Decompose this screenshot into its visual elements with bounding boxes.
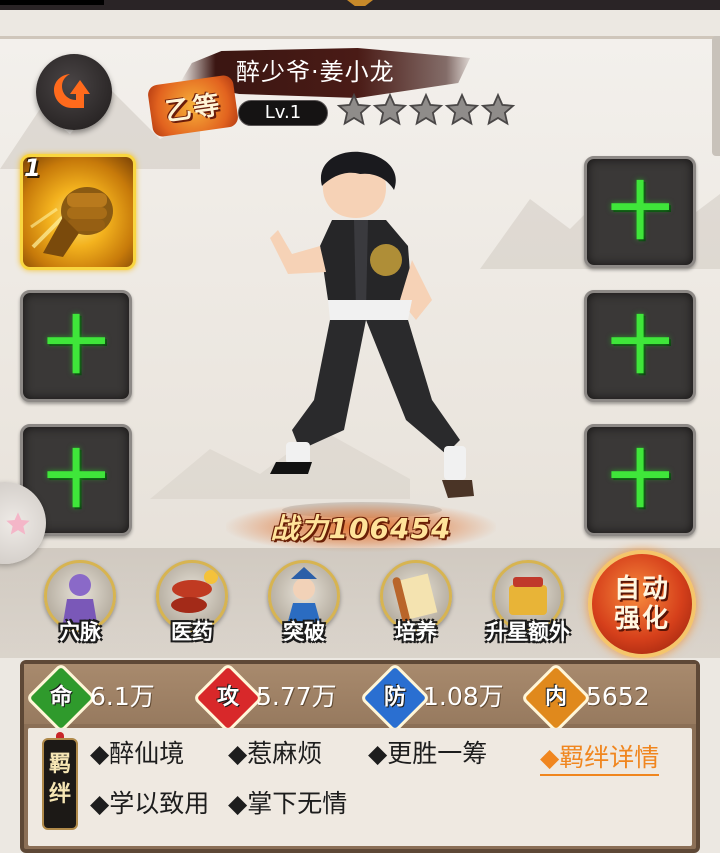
- empty-equip-slot-right-1[interactable]: 十: [584, 156, 696, 268]
- func-label: 升星额外: [486, 620, 570, 644]
- attack-stat-label: 攻: [216, 685, 239, 710]
- func-label: 培养: [395, 620, 437, 644]
- bond-item[interactable]: ◆惹麻烦: [228, 736, 322, 772]
- add-plus-icon: 十: [608, 309, 671, 382]
- hero-character-figure: [270, 151, 474, 518]
- defense-stat-label: 防: [383, 685, 406, 710]
- star-icon: [372, 92, 408, 126]
- star-rating: [336, 92, 516, 132]
- back-button[interactable]: [36, 54, 112, 130]
- hero-name: 醉少爷·姜小龙: [236, 58, 395, 86]
- func-label: 突破: [283, 620, 325, 644]
- auto-enhance-label: 自动强化: [613, 574, 670, 634]
- star-icon: [480, 92, 516, 126]
- bond-detail-link[interactable]: ◆羁绊详情: [540, 740, 660, 776]
- bond-item[interactable]: ◆学以致用: [90, 786, 209, 822]
- hp-stat-label: 命: [49, 685, 72, 710]
- empty-equip-slot-left-2[interactable]: 十: [20, 290, 132, 402]
- bond-item[interactable]: ◆醉仙境: [90, 736, 184, 772]
- star-icon: [444, 92, 480, 126]
- func-label: 医药: [171, 620, 213, 644]
- add-plus-icon: 十: [44, 309, 107, 382]
- add-plus-icon: 十: [608, 443, 671, 516]
- combat-power-value: 战力106454: [270, 512, 452, 545]
- star-icon: [336, 92, 372, 126]
- skill-level-number: 1: [24, 154, 41, 182]
- star-icon: [6, 512, 30, 535]
- combat-power-display: 战力106454: [226, 502, 496, 552]
- func-button-meridian[interactable]: 穴脉: [30, 560, 130, 652]
- add-plus-icon: 十: [608, 175, 671, 248]
- internal-stat-label: 内: [544, 685, 567, 710]
- hp-stat-value: 6.1万: [90, 682, 155, 711]
- bond-item[interactable]: ◆掌下无情: [228, 786, 347, 822]
- top-status-bar: [0, 0, 720, 10]
- func-label: 穴脉: [59, 620, 101, 644]
- empty-equip-slot-right-2[interactable]: 十: [584, 290, 696, 402]
- scroll-handle[interactable]: [712, 36, 720, 156]
- func-button-star-upgrade[interactable]: 升星额外: [478, 560, 578, 652]
- hero-level: Lv.1: [238, 100, 328, 126]
- attack-stat-value: 5.77万: [256, 682, 337, 711]
- func-button-cultivate[interactable]: 培养: [366, 560, 466, 652]
- auto-enhance-button[interactable]: 自动强化: [588, 550, 696, 658]
- func-button-medicine[interactable]: 医药: [142, 560, 242, 652]
- empty-equip-slot-right-3[interactable]: 十: [584, 424, 696, 536]
- bond-item[interactable]: ◆更胜一筹: [368, 736, 487, 772]
- top-tab-indicator: [0, 0, 104, 5]
- defense-stat-value: 1.08万: [423, 682, 504, 711]
- back-arrow-icon: [54, 74, 90, 108]
- bond-tag: 羁绊: [42, 738, 78, 830]
- star-icon: [408, 92, 444, 126]
- crown-ornament: [347, 0, 373, 6]
- func-button-breakthrough[interactable]: 突破: [254, 560, 354, 652]
- add-plus-icon: 十: [44, 443, 107, 516]
- internal-stat-value: 5652: [586, 682, 650, 711]
